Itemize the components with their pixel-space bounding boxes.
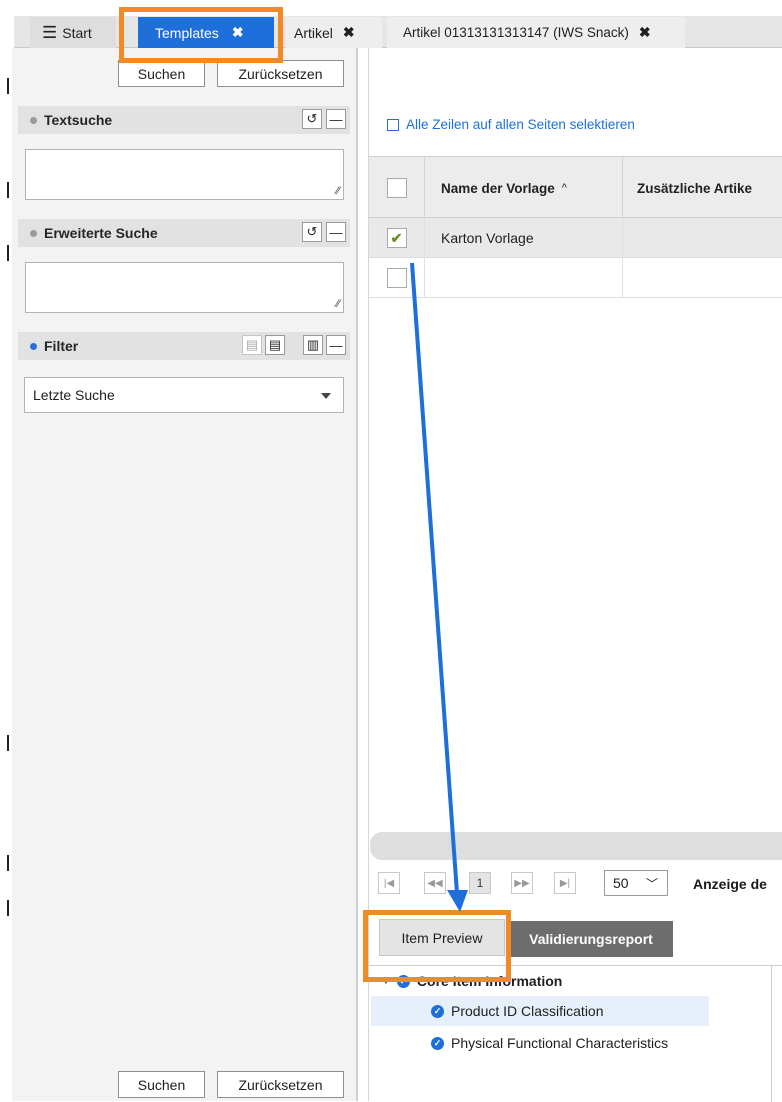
grid-header: Name der Vorlage ^ Zusätzliche Artike [369, 156, 782, 219]
resize-grip-icon[interactable]: ⁄⁄ [336, 185, 340, 197]
chevron-down-icon: ﹀ [645, 877, 658, 891]
tab-artikel-label: Artikel [294, 24, 333, 41]
column-header-name[interactable]: Name der Vorlage ^ [425, 157, 623, 219]
textsearch-header[interactable]: Textsuche ↺ — [18, 106, 350, 134]
close-icon[interactable]: ✖ [639, 24, 651, 41]
last-page-button[interactable]: ▶| [554, 872, 576, 894]
close-icon[interactable]: ✖ [232, 24, 244, 41]
advanced-search-input[interactable]: ⁄⁄ [25, 262, 344, 313]
sort-asc-icon[interactable]: ^ [562, 182, 567, 194]
horizontal-scrollbar[interactable] [370, 832, 782, 860]
search-button-bottom[interactable]: Suchen [118, 1071, 205, 1098]
tab-templates[interactable]: Templates ✖ [138, 17, 274, 48]
advanced-search-title: Erweiterte Suche [44, 225, 158, 241]
textsearch-title: Textsuche [44, 112, 113, 128]
header-select-cell[interactable] [369, 157, 425, 219]
select-all-link[interactable]: Alle Zeilen auf allen Seiten selektieren [387, 117, 635, 132]
first-page-button[interactable]: |◀ [378, 872, 400, 894]
record-count-label: Anzeige de [693, 876, 767, 892]
bullet-icon [30, 342, 37, 350]
bullet-icon [30, 229, 37, 237]
edge-mark [7, 78, 9, 94]
save-icon[interactable]: ▤ [265, 335, 285, 355]
caret-down-icon [321, 393, 331, 399]
search-button[interactable]: Suchen [118, 60, 205, 87]
preview-tree: ▼ ✓ Core Item Information ✓ Product ID C… [369, 965, 782, 1102]
tab-start[interactable]: ☰ Start [30, 17, 116, 48]
prev-page-button[interactable]: ◀◀ [424, 872, 446, 894]
resize-grip-icon[interactable]: ⁄⁄ [336, 298, 340, 310]
window-edge [0, 0, 12, 1101]
filter-select-value: Letzte Suche [33, 387, 115, 403]
tree-node-child[interactable]: ✓ Physical Functional Characteristics [431, 1028, 668, 1058]
next-page-button[interactable]: ▶▶ [511, 872, 533, 894]
column-header-extra-label: Zusätzliche Artike [637, 180, 753, 196]
tab-validation-report[interactable]: Validierungsreport [509, 921, 673, 957]
current-page[interactable]: 1 [469, 872, 491, 894]
advanced-search-header[interactable]: Erweiterte Suche ↺ — [18, 219, 350, 247]
tree-node-child[interactable]: ✓ Product ID Classification [371, 996, 709, 1026]
tree-node-child-label: Physical Functional Characteristics [451, 1035, 669, 1051]
row-name-cell [425, 258, 623, 298]
tree-node-child-label: Product ID Classification [451, 1003, 604, 1019]
check-circle-icon: ✓ [431, 1036, 444, 1050]
row-select-cell[interactable]: ✔ [369, 218, 425, 258]
select-all-label: Alle Zeilen auf allen Seiten selektieren [406, 117, 635, 132]
collapse-icon[interactable]: — [326, 109, 346, 129]
pagination: |◀ ◀◀ 1 ▶▶ ▶| 50 ﹀ Anzeige de [369, 866, 782, 906]
tab-artikel-iws[interactable]: Artikel 01313131313147 (IWS Snack) ✖ [387, 17, 685, 48]
row-extra-cell [623, 218, 782, 258]
reset-button[interactable]: Zurücksetzen [217, 60, 344, 87]
table-row[interactable] [369, 258, 782, 298]
row-extra-cell [623, 258, 782, 298]
column-header-extra[interactable]: Zusätzliche Artike [623, 157, 782, 219]
filter-title: Filter [44, 338, 79, 354]
table-row[interactable]: ✔ Karton Vorlage [369, 218, 782, 258]
tree-node-root[interactable]: ▼ ✓ Core Item Information [381, 966, 562, 996]
check-circle-icon: ✓ [396, 974, 410, 988]
tab-artikel[interactable]: Artikel ✖ [286, 17, 382, 48]
filter-select[interactable]: Letzte Suche [24, 377, 344, 413]
tab-start-label: Start [62, 24, 92, 41]
page-size-select[interactable]: 50 ﹀ [604, 870, 668, 896]
close-icon[interactable]: ✖ [343, 24, 355, 41]
textsearch-input[interactable]: ⁄⁄ [25, 149, 344, 200]
tree-node-root-label: Core Item Information [416, 973, 563, 989]
trash-icon[interactable]: ▥ [303, 335, 323, 355]
tab-templates-label: Templates [155, 24, 219, 41]
edge-mark [7, 855, 9, 871]
expand-triangle-icon[interactable]: ▼ [381, 976, 391, 987]
check-icon: ✔ [390, 229, 403, 246]
collapse-icon[interactable]: — [326, 222, 346, 242]
tab-item-preview[interactable]: Item Preview [379, 919, 505, 956]
reset-icon[interactable]: ↺ [302, 222, 322, 242]
filter-header[interactable]: Filter ▤ ▤ ▥ — [18, 332, 350, 360]
check-circle-icon: ✓ [431, 1004, 444, 1018]
checkbox-icon [387, 118, 399, 131]
menu-icon: ☰ [42, 22, 58, 42]
row-select-cell[interactable] [369, 258, 425, 298]
edge-mark [7, 245, 9, 261]
row-name-cell: Karton Vorlage [425, 218, 623, 258]
collapse-icon[interactable]: — [326, 335, 346, 355]
column-header-name-label: Name der Vorlage [441, 180, 555, 196]
results-panel: Alle Zeilen auf allen Seiten selektieren… [368, 48, 782, 1102]
edge-mark [7, 900, 9, 916]
header-checkbox[interactable] [386, 178, 407, 198]
preview-tabs: Item Preview Validierungsreport [369, 916, 782, 960]
edge-mark [7, 182, 9, 198]
page-size-value: 50 [613, 875, 629, 891]
save-disabled-icon: ▤ [242, 335, 262, 355]
reset-button-bottom[interactable]: Zurücksetzen [217, 1071, 344, 1098]
tab-bar: ☰ Start Templates ✖ Artikel ✖ Artikel 01… [0, 0, 782, 48]
search-panel: Suchen Zurücksetzen Textsuche ↺ — ⁄⁄ Erw… [12, 48, 358, 1101]
row-checkbox[interactable]: ✔ [386, 228, 407, 248]
bullet-icon [30, 116, 37, 124]
edge-mark [7, 735, 9, 751]
row-checkbox[interactable] [386, 268, 407, 288]
divider [771, 966, 772, 1102]
tab-artikel-iws-label: Artikel 01313131313147 (IWS Snack) [403, 25, 629, 40]
reset-icon[interactable]: ↺ [302, 109, 322, 129]
